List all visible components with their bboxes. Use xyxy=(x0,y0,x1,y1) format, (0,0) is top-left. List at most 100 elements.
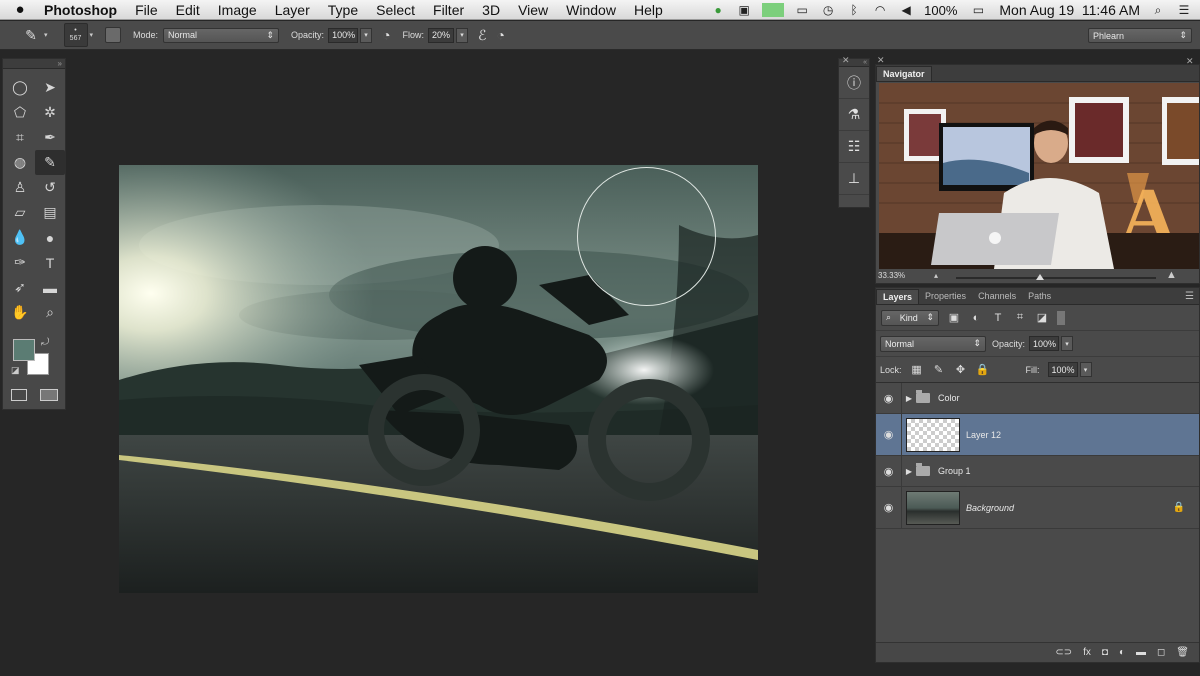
dropbox-icon[interactable]: ▣ xyxy=(736,3,752,17)
zoom-out-icon[interactable]: ▴ xyxy=(934,271,938,280)
pressure-size-icon[interactable]: ◔ xyxy=(497,27,505,43)
history-brush-tool-icon[interactable]: ↺ xyxy=(35,175,65,200)
pen-tool-icon[interactable]: ✑ xyxy=(5,250,35,275)
menu-edit[interactable]: Edit xyxy=(167,2,209,18)
crop-tool-icon[interactable]: ⌗ xyxy=(5,125,35,150)
battery-percent[interactable]: 100% xyxy=(924,3,957,18)
filter-type-icon[interactable]: T xyxy=(991,311,1005,325)
visibility-eye-icon[interactable]: ◉ xyxy=(876,383,902,413)
layer-thumbnail[interactable] xyxy=(906,490,960,525)
quick-mask-icon[interactable] xyxy=(11,389,27,401)
spot-healing-tool-icon[interactable]: ◍ xyxy=(5,150,35,175)
layers-panel-close-icon[interactable]: ✕ xyxy=(1186,56,1194,67)
layer-name[interactable]: Layer 12 xyxy=(966,430,1001,440)
flow-field[interactable]: 20% xyxy=(428,27,455,43)
battery-icon[interactable]: ▭ xyxy=(967,3,989,17)
filter-shape-icon[interactable]: ⌗ xyxy=(1013,311,1027,325)
navigator-zoom-value[interactable]: 33.33% xyxy=(878,271,905,280)
brush-tool-preset-icon[interactable]: ✎ xyxy=(20,24,42,46)
brush-panel-toggle-icon[interactable] xyxy=(105,27,122,43)
blend-mode-select[interactable]: Normal ⇕ xyxy=(880,335,986,352)
layer-opacity-dropdown-icon[interactable]: ▾ xyxy=(1061,336,1074,351)
visibility-eye-icon[interactable]: ◉ xyxy=(876,487,902,528)
pressure-opacity-icon[interactable]: ◔ xyxy=(382,27,390,43)
airbrush-icon[interactable]: ℰ xyxy=(478,27,486,44)
layer-name[interactable]: Background xyxy=(966,503,1014,513)
expand-arrow-icon[interactable]: ▶ xyxy=(902,467,916,476)
visibility-eye-icon[interactable]: ◉ xyxy=(876,414,902,455)
preset-arrow-icon[interactable]: ▾ xyxy=(44,31,48,39)
opacity-field[interactable]: 100% xyxy=(328,27,359,43)
layer-opacity-field[interactable]: 100% xyxy=(1029,336,1060,351)
strip-close-icon[interactable]: ✕ xyxy=(842,55,850,66)
navigator-preview[interactable]: A xyxy=(879,83,1199,269)
filter-kind-select[interactable]: ⌕ Kind ⇕ xyxy=(881,309,939,326)
tab-layers[interactable]: Layers xyxy=(876,289,920,304)
lock-pixels-icon[interactable]: ✎ xyxy=(932,363,946,377)
filter-adjustment-icon[interactable]: ◐ xyxy=(969,311,983,325)
lock-transparent-icon[interactable]: ▦ xyxy=(910,363,924,377)
swap-colors-icon[interactable]: ⤾ xyxy=(41,337,49,348)
flow-dropdown-icon[interactable]: ▾ xyxy=(456,27,469,43)
tools-panel-collapse-icon[interactable]: » xyxy=(3,59,65,69)
lock-all-icon[interactable]: 🔒 xyxy=(976,363,990,377)
layer-row-color[interactable]: ◉ ▶ Color xyxy=(876,383,1199,414)
zoom-tool-icon[interactable]: ⌕ xyxy=(35,300,65,325)
new-adjustment-layer-icon[interactable]: ◐ xyxy=(1119,647,1125,658)
opacity-dropdown-icon[interactable]: ▾ xyxy=(360,27,373,43)
filter-smart-object-icon[interactable]: ◪ xyxy=(1035,311,1049,325)
hand-tool-icon[interactable]: ✋ xyxy=(5,300,35,325)
menu-select[interactable]: Select xyxy=(367,2,424,18)
fill-dropdown-icon[interactable]: ▾ xyxy=(1079,362,1092,377)
spotlight-icon[interactable]: ⌕ xyxy=(1150,3,1166,17)
menu-3d[interactable]: 3D xyxy=(473,2,509,18)
menu-filter[interactable]: Filter xyxy=(424,2,473,18)
workspace-select[interactable]: Phlearn ⇕ xyxy=(1088,28,1192,43)
move-tool-icon[interactable]: ➤ xyxy=(35,75,65,100)
eraser-tool-icon[interactable]: ▱ xyxy=(5,200,35,225)
mode-select[interactable]: Normal ⇕ xyxy=(163,27,280,43)
navigator-zoom-knob[interactable] xyxy=(1036,274,1044,280)
layer-row-group-1[interactable]: ◉ ▶ Group 1 xyxy=(876,456,1199,487)
polygonal-lasso-tool-icon[interactable]: ⬠ xyxy=(5,100,35,125)
expand-arrow-icon[interactable]: ▶ xyxy=(902,394,916,403)
brush-picker-arrow-icon[interactable]: ▾ xyxy=(90,31,94,39)
filter-toggle-icon[interactable] xyxy=(1057,310,1065,325)
layer-name[interactable]: Color xyxy=(938,393,960,403)
menu-type[interactable]: Type xyxy=(319,2,367,18)
menu-window[interactable]: Window xyxy=(557,2,625,18)
layer-style-icon[interactable]: fx xyxy=(1083,647,1091,658)
add-mask-icon[interactable]: ◘ xyxy=(1102,647,1108,658)
time-machine-icon[interactable]: ◷ xyxy=(820,3,836,17)
brush-presets-panel-icon[interactable]: ⚗ xyxy=(839,99,869,131)
wifi-icon[interactable]: ◠ xyxy=(872,3,888,17)
adjustments-panel-icon[interactable]: ☷ xyxy=(839,131,869,163)
notification-center-icon[interactable]: ☰ xyxy=(1176,3,1192,17)
blur-tool-icon[interactable]: 💧 xyxy=(5,225,35,250)
gradient-tool-icon[interactable]: ▤ xyxy=(35,200,65,225)
eyedropper-tool-icon[interactable]: ✒ xyxy=(35,125,65,150)
info-panel-icon[interactable]: ⓘ xyxy=(839,67,869,99)
visibility-eye-icon[interactable]: ◉ xyxy=(876,456,902,486)
dodge-tool-icon[interactable]: ● xyxy=(35,225,65,250)
layer-name[interactable]: Group 1 xyxy=(938,466,971,476)
layer-row-layer-12[interactable]: ◉ Layer 12 xyxy=(876,414,1199,456)
menu-help[interactable]: Help xyxy=(625,2,672,18)
clone-stamp-tool-icon[interactable]: ♙ xyxy=(5,175,35,200)
new-group-icon[interactable]: ▬ xyxy=(1136,647,1146,658)
delete-layer-icon[interactable]: 🗑 xyxy=(1176,647,1189,658)
green-status-icon[interactable] xyxy=(762,3,785,17)
apple-menu-icon[interactable]: ● xyxy=(0,1,40,18)
layers-panel-menu-icon[interactable]: ☰ xyxy=(1185,289,1199,304)
brush-tool-icon[interactable]: ✎ xyxy=(35,150,65,175)
lock-position-icon[interactable]: ✥ xyxy=(954,363,968,377)
clone-source-panel-icon[interactable]: ⊥ xyxy=(839,163,869,195)
new-layer-icon[interactable]: ◻ xyxy=(1157,647,1165,658)
zoom-in-icon[interactable]: ▲ xyxy=(1166,269,1177,281)
path-selection-tool-icon[interactable]: ➶ xyxy=(5,275,35,300)
link-layers-icon[interactable]: ⊂⊃ xyxy=(1055,647,1072,658)
menu-app-name[interactable]: Photoshop xyxy=(40,2,126,18)
volume-icon[interactable]: ◀ xyxy=(898,3,914,17)
menu-view[interactable]: View xyxy=(509,2,557,18)
evernote-icon[interactable]: ● xyxy=(710,3,726,17)
